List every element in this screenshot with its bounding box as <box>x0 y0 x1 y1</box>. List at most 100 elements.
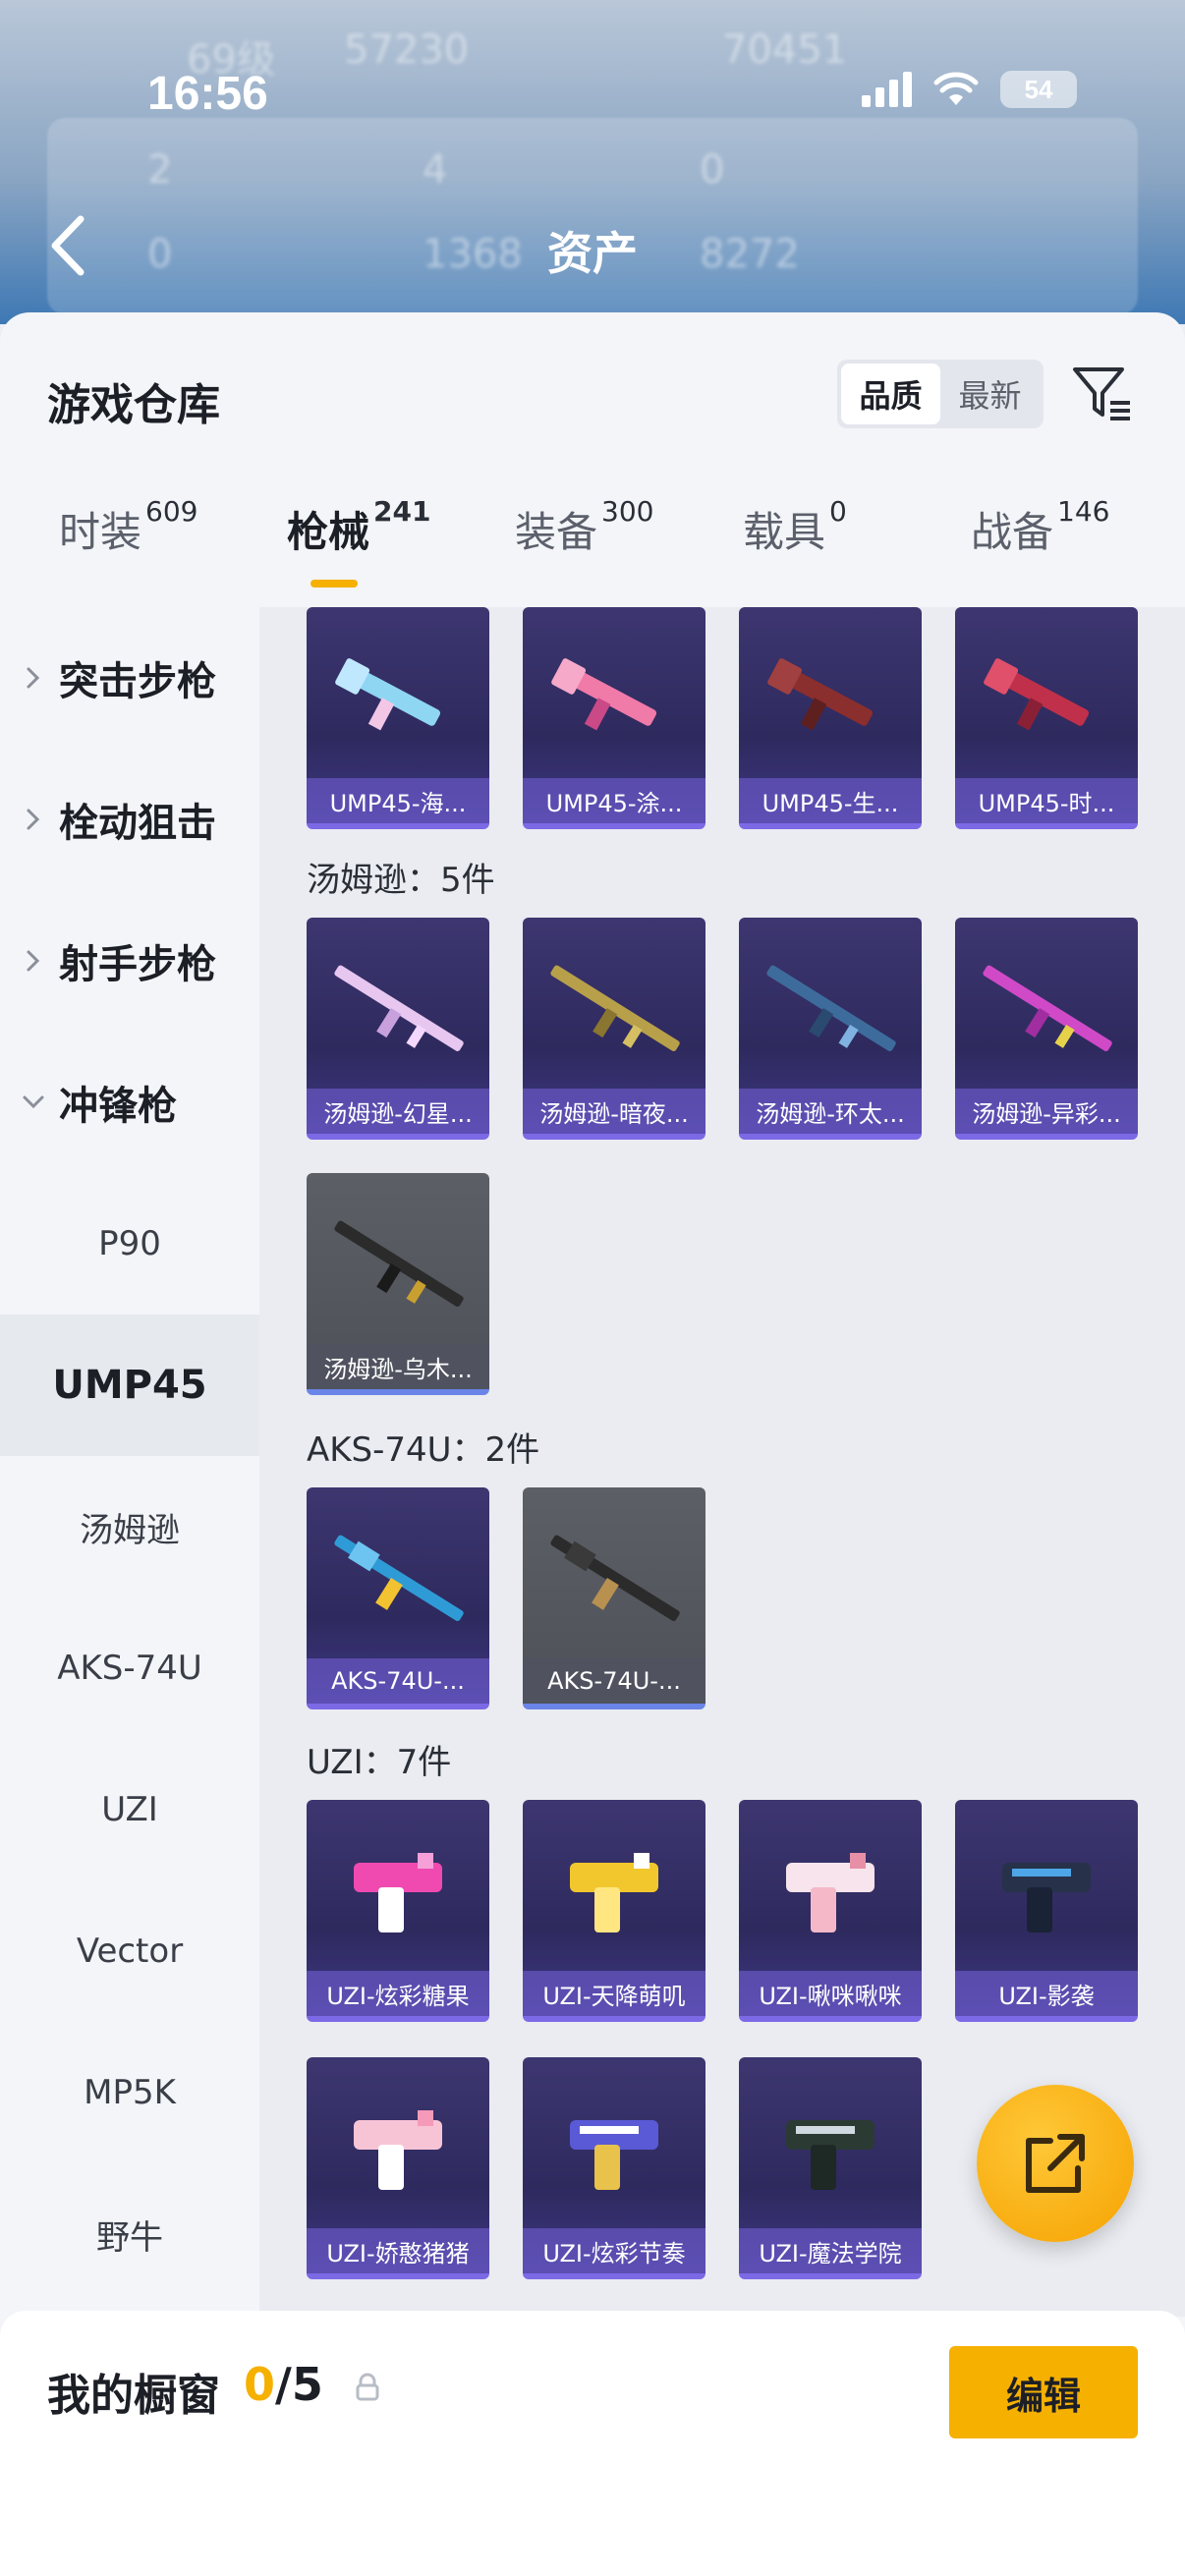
tab-label: 枪械 <box>287 508 370 556</box>
rifle-icon <box>983 965 1112 1052</box>
share-icon <box>1026 2134 1085 2193</box>
sidebar-item-ump45[interactable]: UMP45 <box>0 1315 259 1456</box>
sidebar-category-assault-rifle[interactable]: 突击步枪 <box>0 607 259 749</box>
weapon-card-label: UMP45-时... <box>955 778 1138 823</box>
tab-label: 装备 <box>515 508 598 556</box>
weapon-card-label: UZI-娇憨猪猪 <box>307 2228 489 2273</box>
tab-count: 300 <box>601 495 654 528</box>
blurred-value: 0 <box>700 147 725 193</box>
tab-fashion[interactable]: 时装 609 <box>59 495 198 559</box>
weapon-card[interactable]: UMP45-海... <box>307 607 489 829</box>
sort-newest-option[interactable]: 最新 <box>940 364 1040 424</box>
showcase-count: 0/5 <box>244 2358 323 2411</box>
weapon-card[interactable]: UMP45-生... <box>739 607 922 829</box>
tab-gear[interactable]: 战备 146 <box>971 495 1109 559</box>
smg-icon <box>984 658 1090 731</box>
active-tab-indicator <box>310 580 358 588</box>
weapon-card[interactable]: 汤姆逊-暗夜... <box>523 918 705 1140</box>
status-time: 16:56 <box>147 68 268 120</box>
sidebar-category-bolt-sniper[interactable]: 栓动狙击 <box>0 749 259 890</box>
weapon-card[interactable]: UZI-娇憨猪猪 <box>307 2057 489 2279</box>
pistol-smg-icon <box>354 2110 442 2190</box>
sort-toggle: 品质 最新 <box>837 360 1044 428</box>
weapon-card[interactable]: UMP45-涂... <box>523 607 705 829</box>
weapon-card[interactable]: UZI-炫彩糖果 <box>307 1800 489 2022</box>
weapon-card[interactable]: 汤姆逊-异彩... <box>955 918 1138 1140</box>
weapon-card[interactable]: 汤姆逊-乌木... <box>307 1173 489 1395</box>
weapon-card-label: 汤姆逊-异彩... <box>955 1089 1138 1134</box>
sidebar-item-mp5k[interactable]: MP5K <box>0 2022 259 2163</box>
pistol-smg-icon <box>354 1853 442 1932</box>
pistol-smg-icon <box>786 2120 875 2190</box>
weapon-card-label: 汤姆逊-暗夜... <box>523 1089 705 1134</box>
weapon-grid: UMP45-海... UMP45-涂... UMP45-生... UMP45-时… <box>259 607 1185 2317</box>
blurred-value: 70451 <box>722 28 848 73</box>
weapon-card[interactable]: UZI-炫彩节奏 <box>523 2057 705 2279</box>
category-tabs: 时装 609 枪械 241 装备 300 载具 0 战备 146 <box>0 495 1185 588</box>
weapon-card[interactable]: UZI-影袭 <box>955 1800 1138 2022</box>
sidebar-item-uzi[interactable]: UZI <box>0 1739 259 1880</box>
blurred-value: 57230 <box>344 28 470 73</box>
smg-icon <box>335 658 441 731</box>
tab-equipment[interactable]: 装备 300 <box>515 495 653 559</box>
sidebar-category-marksman-rifle[interactable]: 射手步枪 <box>0 890 259 1032</box>
group-title-thompson: 汤姆逊：5件 <box>307 861 495 900</box>
sidebar-category-label: 射手步枪 <box>59 942 216 987</box>
tab-label: 战备 <box>971 508 1054 556</box>
rifle-icon <box>334 965 464 1052</box>
weapon-sidebar: 突击步枪 栓动狙击 射手步枪 冲锋枪 P90 UMP45 汤姆逊 AKS-74U… <box>0 607 259 2317</box>
weapon-card-label: 汤姆逊-幻星... <box>307 1089 489 1134</box>
share-button[interactable] <box>977 2085 1134 2242</box>
weapon-card-label: UMP45-生... <box>739 778 922 823</box>
chevron-right-icon <box>14 666 53 690</box>
tab-firearms[interactable]: 枪械 241 <box>287 495 430 559</box>
tab-label: 载具 <box>743 508 826 556</box>
weapon-card-label: AKS-74U-... <box>523 1658 705 1704</box>
tab-vehicles[interactable]: 载具 0 <box>743 495 847 559</box>
weapon-card[interactable]: UMP45-时... <box>955 607 1138 829</box>
warehouse-title: 游戏仓库 <box>47 380 220 430</box>
weapon-card-label: 汤姆逊-环太... <box>739 1089 922 1134</box>
weapon-card[interactable]: AKS-74U-... <box>307 1487 489 1709</box>
filter-icon[interactable] <box>1071 362 1134 424</box>
weapon-card[interactable]: 汤姆逊-幻星... <box>307 918 489 1140</box>
battery-indicator: 54 <box>1000 71 1077 108</box>
sidebar-item-bison[interactable]: 野牛 <box>0 2163 259 2305</box>
weapon-card-label: UZI-魔法学院 <box>739 2228 922 2273</box>
smg-icon <box>551 658 657 731</box>
weapon-card[interactable]: AKS-74U-... <box>523 1487 705 1709</box>
weapon-card[interactable]: 汤姆逊-环太... <box>739 918 922 1140</box>
weapon-card-label: UMP45-涂... <box>523 778 705 823</box>
tab-label: 时装 <box>59 508 142 556</box>
pistol-smg-icon <box>570 1853 658 1932</box>
cellular-signal-icon <box>862 72 912 107</box>
sidebar-item-aks74u[interactable]: AKS-74U <box>0 1597 259 1739</box>
blurred-stats-card <box>47 118 1138 314</box>
tab-count: 241 <box>373 495 431 528</box>
showcase-bar: 我的橱窗 0/5 编辑 <box>0 2311 1185 2576</box>
wifi-icon <box>933 72 979 105</box>
sidebar-category-smg[interactable]: 冲锋枪 <box>0 1032 259 1173</box>
weapon-card[interactable]: UZI-啾咪啾咪 <box>739 1800 922 2022</box>
group-title-aks74u: AKS-74U：2件 <box>307 1430 540 1470</box>
page-title: 资产 <box>547 227 638 280</box>
edit-button[interactable]: 编辑 <box>949 2346 1138 2438</box>
status-icons: 54 <box>862 71 1077 108</box>
weapon-card-label: AKS-74U-... <box>307 1658 489 1704</box>
blurred-value: 4 <box>423 147 448 193</box>
weapon-card[interactable]: UZI-天降萌叽 <box>523 1800 705 2022</box>
sidebar-item-vector[interactable]: Vector <box>0 1880 259 2022</box>
rifle-icon <box>550 1535 680 1622</box>
weapon-card[interactable]: UZI-魔法学院 <box>739 2057 922 2279</box>
sidebar-item-thompson[interactable]: 汤姆逊 <box>0 1456 259 1597</box>
rifle-icon <box>766 965 896 1052</box>
smg-icon <box>767 658 874 731</box>
sidebar-item-p90[interactable]: P90 <box>0 1173 259 1315</box>
rifle-icon <box>550 965 680 1052</box>
sort-quality-option[interactable]: 品质 <box>841 364 940 424</box>
warehouse-sheet: 游戏仓库 品质 最新 时装 609 枪械 241 装备 300 载具 0 战备 146 <box>0 312 1185 2576</box>
header-background: 69级 57230 70451 2 4 0 0 1368 8272 16:56 … <box>0 0 1185 324</box>
tab-count: 0 <box>829 495 847 528</box>
sidebar-category-label: 冲锋枪 <box>59 1084 177 1129</box>
pistol-smg-icon <box>1002 1863 1091 1932</box>
